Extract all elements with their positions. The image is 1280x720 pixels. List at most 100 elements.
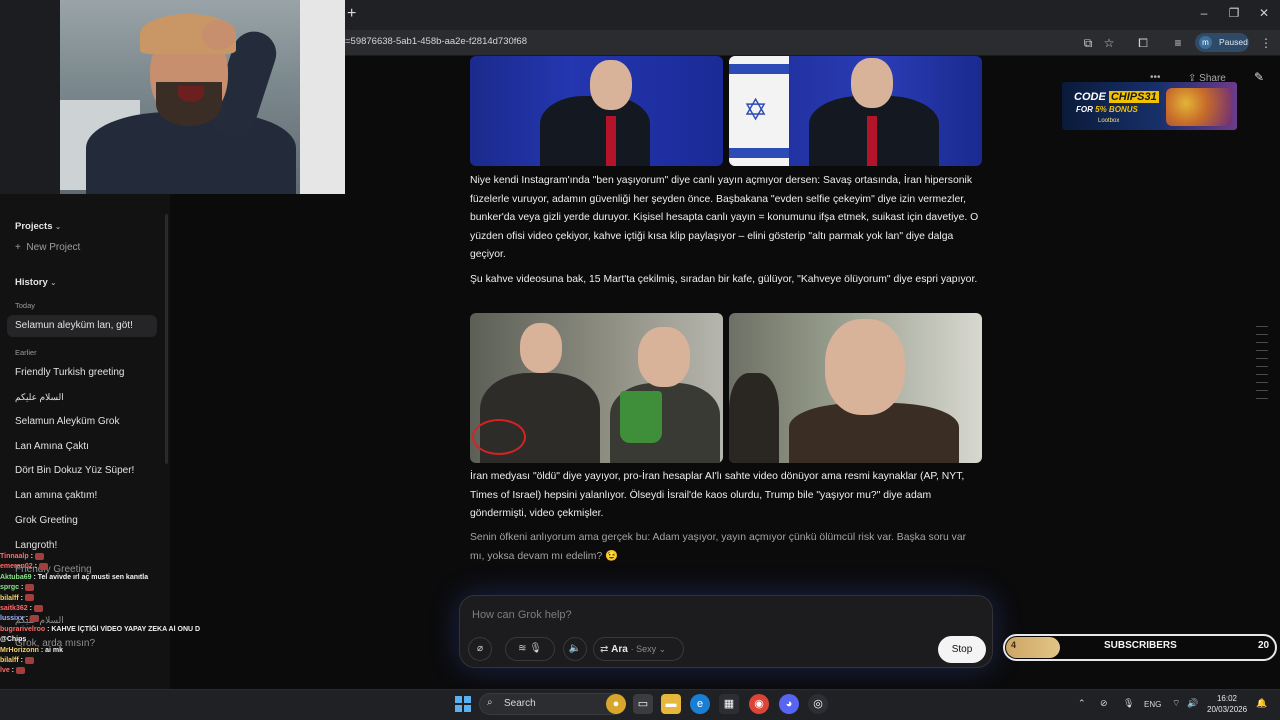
discord-icon[interactable]: ◕ xyxy=(779,694,799,714)
coffee-cup-graphic xyxy=(620,391,662,443)
chat-username: MrHorizonn xyxy=(0,646,39,654)
reading-list-icon[interactable]: ≡ xyxy=(1170,35,1186,51)
chat-text: : xyxy=(18,594,25,602)
new-tab-icon[interactable]: + xyxy=(347,5,361,23)
chat-message: bugrarivelroo : KAHVE İÇTİĞİ VİDEO YAPAY… xyxy=(0,625,200,635)
emote-icon xyxy=(29,615,39,622)
close-window-icon[interactable]: ✕ xyxy=(1254,4,1274,22)
browser-menu-icon[interactable]: ⋮ xyxy=(1258,35,1274,51)
taskbar-search[interactable] xyxy=(479,693,625,715)
history-item[interactable]: Friendly Turkish greeting xyxy=(7,362,157,384)
chrome-icon[interactable]: ◉ xyxy=(749,694,769,714)
prompt-input[interactable]: How can Grok help? xyxy=(472,609,572,621)
ad-line-2: FOR 5% BONUS xyxy=(1076,105,1138,114)
chat-username: Aktuba69 xyxy=(0,573,32,581)
model-selector[interactable]: ⇄ Ara · Sexy ⌄ xyxy=(593,637,684,661)
task-view-icon[interactable]: ▭ xyxy=(633,694,653,714)
minimize-icon[interactable]: – xyxy=(1194,4,1214,22)
chat-message: @Chips xyxy=(0,635,200,645)
subscriber-count: 4 xyxy=(1011,640,1017,650)
history-item[interactable]: Lan Amına Çaktı xyxy=(7,436,157,458)
image-tie xyxy=(867,116,877,166)
image-face xyxy=(520,323,562,373)
edge-icon[interactable]: e xyxy=(690,694,710,714)
history-label: History xyxy=(15,277,48,288)
chat-text: @Chips xyxy=(0,636,27,644)
article-image-1[interactable] xyxy=(470,56,723,166)
file-explorer-icon[interactable]: ▬ xyxy=(661,694,681,714)
chat-text: : KAHVE İÇTİĞİ VİDEO YAPAY ZEKA Aİ ONU D… xyxy=(47,625,200,633)
chat-message: bilalff : xyxy=(0,594,200,604)
casino-chips-graphic xyxy=(1166,88,1232,126)
image-face xyxy=(638,327,690,387)
stop-button[interactable]: Stop xyxy=(938,636,986,663)
article-image-4[interactable] xyxy=(729,313,982,463)
conversation-minimap[interactable] xyxy=(1256,326,1268,418)
extensions-icon[interactable]: ⧠ xyxy=(1135,35,1151,51)
store-icon[interactable]: ▦ xyxy=(719,694,739,714)
history-item[interactable]: Selamun Aleyküm Grok xyxy=(7,411,157,433)
response-paragraph-3: İran medyası "öldü" diye yayıyor, pro-İr… xyxy=(470,471,965,520)
chat-username: bilalff xyxy=(0,656,19,664)
history-item[interactable]: السلام عليكم xyxy=(7,386,157,408)
avatar: m xyxy=(1199,36,1212,49)
model-name: Ara xyxy=(611,644,628,655)
chat-message: emeran02 : xyxy=(0,562,200,572)
webcam-feed xyxy=(0,0,345,194)
subscriber-goal: 20 xyxy=(1258,640,1270,651)
profile-status: Paused xyxy=(1219,37,1248,47)
install-app-icon[interactable]: ⧉ xyxy=(1080,35,1096,51)
star-of-david-icon: ✡ xyxy=(743,94,769,127)
sidebar-scrollbar[interactable] xyxy=(165,214,168,464)
attach-icon[interactable]: ⌀ xyxy=(468,637,492,661)
edit-icon[interactable]: ✎ xyxy=(1250,70,1268,88)
network-off-icon[interactable]: ⊘ xyxy=(1100,698,1108,709)
history-item[interactable]: Lan amına çaktım! xyxy=(7,485,157,507)
article-image-2[interactable]: ✡ xyxy=(729,56,982,166)
chevron-down-icon: ⌄ xyxy=(50,280,57,287)
volume-icon[interactable]: 🔊 xyxy=(1187,698,1198,709)
microphone-icon[interactable]: 🎙 xyxy=(1123,698,1134,709)
system-clock[interactable]: 16:02 20/03/2026 xyxy=(1207,693,1247,715)
speaker-icon[interactable]: 🔈 xyxy=(563,637,587,661)
flag-stripe xyxy=(729,64,789,74)
chat-text: : ai mk xyxy=(38,646,64,654)
flag-graphic: ✡ xyxy=(729,56,789,166)
chat-username: Tinnaalp xyxy=(0,553,29,560)
image-figure xyxy=(729,373,779,463)
article-image-3[interactable] xyxy=(470,313,723,463)
ad-brand: Lootbox xyxy=(1098,118,1120,124)
tray-overflow-icon[interactable]: ⌃ xyxy=(1078,698,1086,709)
chat-username: bilalff xyxy=(0,594,19,602)
notification-icon[interactable]: 🔔 xyxy=(1256,698,1267,709)
voice-mode-button[interactable]: ≋ 🎙 xyxy=(505,637,555,661)
webcam-background xyxy=(300,0,345,194)
maximize-icon[interactable]: ❐ xyxy=(1224,4,1244,22)
streamer-mouth xyxy=(178,86,204,102)
history-item[interactable]: Dört Bin Dokuz Yüz Süper! xyxy=(7,460,157,482)
language-indicator[interactable]: ENG xyxy=(1144,700,1161,709)
widget-icon[interactable]: ● xyxy=(606,694,626,714)
earlier-label: Earlier xyxy=(15,348,37,357)
windows-start-icon[interactable] xyxy=(455,696,471,712)
response-paragraph-1: Niye kendi Instagram'ında "ben yaşıyorum… xyxy=(470,175,979,261)
chat-username: sprgc xyxy=(0,584,20,592)
bookmark-star-icon[interactable]: ☆ xyxy=(1101,35,1117,51)
history-item[interactable]: Grok Greeting xyxy=(7,510,157,532)
sponsor-banner: CODE CHIPS31 FOR 5% BONUS Lootbox xyxy=(1062,82,1237,130)
projects-header[interactable]: Projects ⌄ xyxy=(15,221,61,232)
chat-text: : xyxy=(28,553,35,560)
app-icon[interactable]: ◎ xyxy=(808,694,828,714)
chat-text: : xyxy=(18,656,25,664)
profile-paused-button[interactable]: m Paused xyxy=(1195,33,1249,52)
history-header[interactable]: History ⌄ xyxy=(15,277,56,288)
history-item[interactable]: Selamun aleyküm lan, göt! xyxy=(7,315,157,337)
chat-message: Aktuba69 : Tel avivde ırl aç musti sen k… xyxy=(0,573,200,583)
wifi-icon[interactable]: ⌔ xyxy=(1172,698,1180,709)
image-tie xyxy=(606,116,616,166)
response-paragraph-2: Şu kahve videosuna bak, 15 Mart'ta çekil… xyxy=(470,274,978,285)
url-text[interactable]: =59876638-5ab1-458b-aa2e-f2814d730f68 xyxy=(345,36,527,47)
new-project-button[interactable]: + New Project xyxy=(15,242,80,253)
ad-code-prefix: CODE xyxy=(1074,91,1106,103)
chat-username: lve xyxy=(0,667,10,675)
